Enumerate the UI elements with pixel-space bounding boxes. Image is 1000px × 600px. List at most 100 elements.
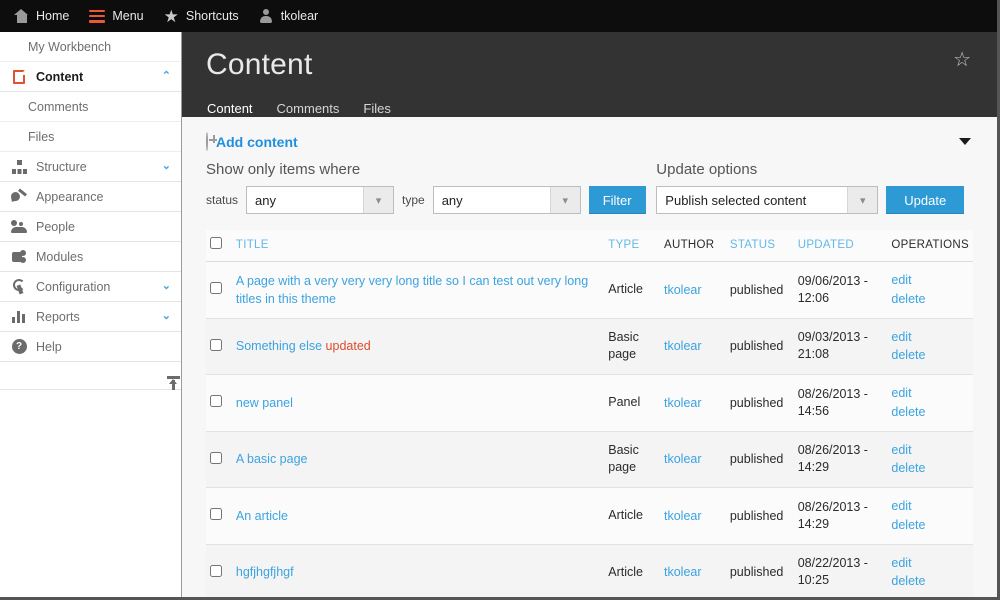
sidebar-item-comments[interactable]: Comments [0,92,181,122]
sidebar-item-people[interactable]: People [0,212,181,242]
sidebar-footer [0,362,181,390]
chevron-down-icon[interactable]: ⌄ [162,161,171,172]
add-content-link[interactable]: Add content [216,134,298,150]
row-author-cell-value[interactable]: tkolear [664,509,702,523]
row-delete-link[interactable]: delete [891,516,969,535]
people-icon [10,220,28,233]
toolbar-item-user-label: tkolear [280,8,319,23]
row-edit-link[interactable]: edit [891,384,969,403]
filter-group: Show only items where status any ▾ type … [206,161,656,214]
row-author-cell-value[interactable]: tkolear [664,283,702,297]
sidebar-item-reports[interactable]: Reports ⌄ [0,302,181,332]
row-author-cell-value[interactable]: tkolear [664,396,702,410]
sidebar-item-modules-label: Modules [36,249,84,264]
wrench-icon [10,279,28,294]
row-delete-link[interactable]: delete [891,290,969,309]
row-author-cell-value[interactable]: tkolear [664,339,702,353]
page-title: Content [206,48,313,81]
row-author-cell: tkolear [660,261,726,319]
row-type-cell: Article [604,487,660,545]
column-header-updated[interactable]: UPDATED [793,230,882,262]
drupal-admin-window: Home Menu ★ Shortcuts tkolear My Workben… [0,0,1000,600]
row-status-cell-value: published [729,339,784,354]
toolbar-item-shortcuts[interactable]: ★ Shortcuts [158,0,253,32]
sidebar-item-files[interactable]: Files [0,122,181,152]
row-title-cell: A page with a very very very long title … [231,261,605,319]
row-edit-link[interactable]: edit [891,441,969,460]
update-action-value: Publish selected content [665,192,807,208]
row-operations-cell: edit delete [881,318,973,375]
row-title-cell: A basic page [231,431,605,488]
column-header-status[interactable]: STATUS [725,230,794,262]
row-title-cell: hgfjhgfjhgf [231,544,605,597]
filter-button[interactable]: Filter [588,186,646,214]
sidebar-item-structure[interactable]: Structure ⌄ [0,152,181,182]
toolbar-item-user[interactable]: tkolear [253,0,333,32]
row-checkbox[interactable] [210,508,222,521]
row-title-link[interactable]: hgfjhgfjhgf [236,565,294,579]
row-title-link[interactable]: An article [236,509,288,523]
row-select-cell [206,431,232,488]
row-updated-cell-value: 09/03/2013 - 21:08 [797,330,868,362]
row-author-cell-value[interactable]: tkolear [664,452,702,466]
row-delete-link[interactable]: delete [891,403,969,422]
chevron-down-icon[interactable]: ⌄ [162,311,171,322]
chevron-down-icon[interactable]: ⌄ [162,281,171,292]
row-checkbox[interactable] [210,395,222,408]
sidebar-item-modules[interactable]: Modules [0,242,181,272]
row-checkbox[interactable] [210,564,222,577]
row-checkbox[interactable] [210,338,222,351]
row-status-cell-value: published [729,508,784,523]
row-title-link[interactable]: new panel [236,396,293,410]
select-all-checkbox[interactable] [210,237,222,249]
caret-down-icon[interactable] [959,138,971,145]
chevron-up-icon[interactable]: ⌃ [162,71,171,82]
toolbar-item-shortcuts-label: Shortcuts [185,8,239,23]
row-updated-cell: 08/26/2013 - 14:29 [793,431,882,488]
row-type-cell: Basic page [604,318,660,375]
sidebar-item-help[interactable]: ? Help [0,332,181,362]
toolbar-item-home[interactable]: Home [8,0,83,32]
row-title-link[interactable]: A page with a very very very long title … [236,274,588,306]
update-action-select[interactable]: Publish selected content ▾ [656,186,879,214]
chevron-down-icon: ▾ [549,187,580,213]
row-edit-link[interactable]: edit [891,328,969,347]
sidebar-item-configuration[interactable]: Configuration ⌄ [0,272,181,302]
column-header-title[interactable]: TITLE [231,230,605,262]
toolbar-item-menu[interactable]: Menu [83,0,157,32]
row-type-cell-value: Article [608,564,643,579]
star-filled-icon: ★ [163,6,179,26]
column-header-type[interactable]: TYPE [604,230,660,262]
sidebar-item-appearance[interactable]: Appearance [0,182,181,212]
row-author-cell: tkolear [660,318,726,375]
row-title-link[interactable]: Something else [236,339,322,353]
document-icon [10,69,28,84]
admin-sidebar: My Workbench Content ⌃ Comments Files St… [0,32,182,597]
row-delete-link[interactable]: delete [891,459,969,478]
sidebar-item-files-label: Files [28,129,55,144]
sidebar-item-my-workbench[interactable]: My Workbench [0,32,181,62]
row-checkbox[interactable] [210,282,222,295]
help-icon: ? [10,339,28,354]
status-filter-select[interactable]: any ▾ [246,186,395,214]
page-header: Content ☆ Content Comments Files [182,32,997,125]
row-type-cell: Article [604,261,660,319]
row-title-link[interactable]: A basic page [236,452,308,466]
row-delete-link[interactable]: delete [891,346,969,365]
row-edit-link[interactable]: edit [891,554,969,573]
star-outline-icon[interactable]: ☆ [953,50,971,70]
update-button[interactable]: Update [886,186,965,214]
toolbar-item-menu-label: Menu [112,8,144,23]
row-checkbox[interactable] [210,451,222,464]
row-author-cell-value[interactable]: tkolear [664,565,702,579]
row-delete-link[interactable]: delete [891,572,969,591]
type-filter-select[interactable]: any ▾ [432,186,581,214]
sidebar-item-appearance-label: Appearance [36,189,104,204]
filters-region: Show only items where status any ▾ type … [206,161,973,214]
row-edit-link[interactable]: edit [891,497,969,516]
row-status-cell: published [725,318,794,375]
tab-content-label: Content [207,101,253,116]
sidebar-item-content[interactable]: Content ⌃ [0,62,181,92]
row-edit-link[interactable]: edit [891,271,969,290]
structure-icon [10,159,28,174]
